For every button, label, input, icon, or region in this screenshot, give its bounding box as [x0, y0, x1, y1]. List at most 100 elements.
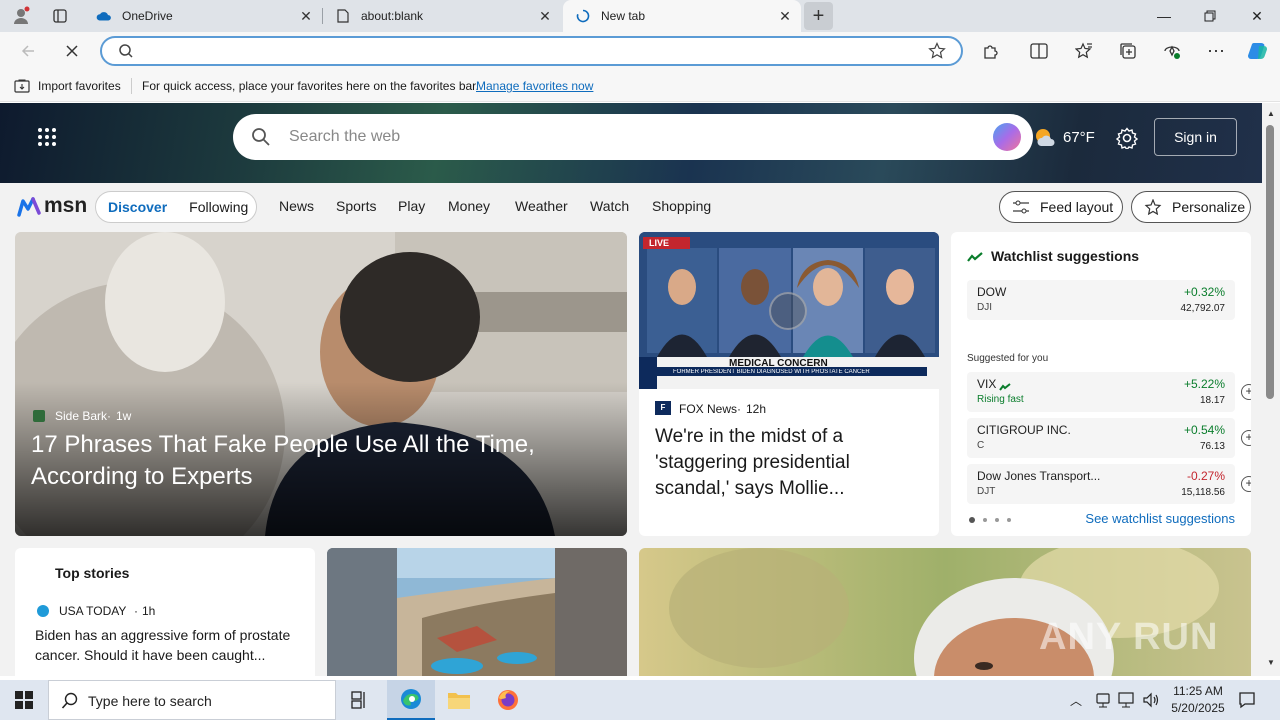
restore-button[interactable] [1187, 0, 1233, 32]
msn-search-box[interactable]: Search the web [233, 114, 1033, 160]
tab-discover[interactable]: Discover [108, 199, 167, 215]
favorite-star-icon[interactable] [928, 42, 946, 63]
volume-icon[interactable] [1142, 692, 1160, 711]
address-bar[interactable] [100, 36, 963, 66]
trend-up-icon [999, 379, 1011, 394]
firefox-icon[interactable] [484, 680, 532, 720]
hero-source[interactable]: Side Bark [55, 409, 107, 423]
stock-symbol: DJI [977, 302, 992, 313]
tab-strip: OneDrive ✕ about:blank ✕ New tab ✕ + — ✕ [0, 0, 1280, 32]
sign-in-button[interactable]: Sign in [1154, 118, 1237, 156]
scroll-up-icon[interactable]: ▲ [1267, 109, 1275, 118]
import-favorites-button[interactable]: Import favorites [38, 79, 121, 93]
network-icon[interactable] [1118, 692, 1136, 711]
copilot-icon[interactable] [1242, 36, 1274, 66]
personalize-label: Personalize [1172, 199, 1246, 215]
close-window-button[interactable]: ✕ [1234, 0, 1280, 32]
vertical-scrollbar[interactable]: ▲ ▼ [1262, 103, 1280, 676]
scroll-thumb[interactable] [1266, 125, 1274, 399]
msn-logo-text[interactable]: msn [44, 194, 87, 218]
start-button[interactable] [0, 680, 48, 720]
split-screen-icon[interactable] [1023, 36, 1055, 66]
stock-price: 15,118.56 [1181, 487, 1225, 498]
more-options-icon[interactable]: ⋯ [1200, 36, 1232, 66]
show-hidden-icons-icon[interactable]: ︿ [1070, 692, 1082, 709]
meta-separator: · [134, 604, 138, 618]
clock-date: 5/20/2025 [1171, 701, 1225, 715]
meta-separator: · [107, 409, 111, 423]
msn-nav: msn Discover Following News Sports Play … [0, 183, 1262, 231]
fox-article-card[interactable]: LIVE MEDICAL CONCERN FORMER PRESIDENT BI… [639, 232, 939, 536]
tab-following[interactable]: Following [189, 199, 248, 215]
watchlist-row[interactable]: VIX Rising fast +5.22% 18.17 + [967, 372, 1251, 412]
import-favorites-icon [14, 79, 30, 96]
add-to-watchlist-icon[interactable]: + [1241, 384, 1251, 400]
settings-icon[interactable] [1115, 127, 1139, 152]
edge-taskbar-icon[interactable] [387, 680, 435, 720]
meta-separator: · [737, 402, 741, 416]
carousel-dots[interactable] [969, 517, 1011, 523]
add-to-watchlist-icon[interactable]: + [1241, 430, 1251, 446]
nav-weather[interactable]: Weather [515, 198, 568, 214]
network-status-icon[interactable] [1096, 692, 1110, 711]
hero-source-icon [33, 410, 45, 422]
file-explorer-icon[interactable] [435, 680, 483, 720]
browser-essentials-icon[interactable] [1156, 36, 1188, 66]
loading-spinner-icon [769, 292, 807, 330]
collections-icon[interactable] [1112, 36, 1144, 66]
extensions-icon[interactable] [975, 36, 1007, 66]
tab-new-tab[interactable]: New tab ✕ [563, 0, 801, 32]
weather-temperature[interactable]: 67°F [1063, 129, 1095, 146]
see-watchlist-link[interactable]: See watchlist suggestions [1085, 511, 1235, 526]
wellness-article-card[interactable]: ANY RUN [639, 548, 1251, 676]
taskbar-search-placeholder: Type here to search [88, 693, 212, 709]
story-headline[interactable]: Biden has an aggressive form of prostate… [35, 625, 303, 665]
windows-taskbar: Type here to search ︿ 11:25 AM 5/20/2025 [0, 680, 1280, 720]
tab-about-blank[interactable]: about:blank ✕ [323, 0, 561, 32]
close-tab-icon[interactable]: ✕ [537, 8, 553, 24]
minimize-button[interactable]: — [1141, 0, 1187, 32]
msn-search-placeholder: Search the web [289, 128, 401, 145]
nav-news[interactable]: News [279, 198, 314, 214]
nav-play[interactable]: Play [398, 198, 425, 214]
story-source[interactable]: USA TODAY [59, 604, 126, 618]
task-view-icon[interactable] [336, 680, 384, 720]
hero-headline[interactable]: 17 Phrases That Fake People Use All the … [31, 429, 591, 493]
scroll-down-icon[interactable]: ▼ [1267, 658, 1275, 667]
msn-logo-icon[interactable] [17, 195, 43, 222]
watchlist-card: Watchlist suggestions DOW DJI +0.32% 42,… [951, 232, 1251, 536]
notification-center-icon[interactable] [1238, 691, 1256, 712]
sliders-icon [1012, 200, 1030, 214]
stop-loading-button[interactable] [56, 36, 88, 66]
address-input[interactable] [148, 42, 908, 60]
fox-headline[interactable]: We're in the midst of a 'staggering pres… [655, 424, 925, 502]
tab-onedrive[interactable]: OneDrive ✕ [84, 0, 322, 32]
watchlist-row[interactable]: CITIGROUP INC. C +0.54% 76.13 + [967, 418, 1251, 458]
personalize-button[interactable]: Personalize [1131, 191, 1251, 223]
nav-watch[interactable]: Watch [590, 198, 629, 214]
resort-article-card[interactable] [327, 548, 627, 676]
add-to-watchlist-icon[interactable]: + [1241, 476, 1251, 492]
close-tab-icon[interactable]: ✕ [777, 8, 793, 24]
watchlist-row[interactable]: DOW DJI +0.32% 42,792.07 [967, 280, 1235, 320]
clock[interactable]: 11:25 AM 5/20/2025 [1160, 683, 1236, 717]
close-tab-icon[interactable]: ✕ [298, 8, 314, 24]
nav-sports[interactable]: Sports [336, 198, 376, 214]
profile-avatar[interactable] [8, 4, 34, 28]
feed-layout-button[interactable]: Feed layout [999, 191, 1123, 223]
favorites-icon[interactable] [1068, 36, 1100, 66]
nav-shopping[interactable]: Shopping [652, 198, 711, 214]
loading-icon [575, 8, 591, 24]
taskbar-search-box[interactable]: Type here to search [48, 680, 336, 720]
watchlist-row[interactable]: Dow Jones Transport... DJT -0.27% 15,118… [967, 464, 1251, 504]
tab-actions-icon[interactable] [48, 6, 72, 26]
apps-launcher-icon[interactable] [37, 127, 59, 149]
manage-favorites-link[interactable]: Manage favorites now [476, 79, 593, 93]
fox-source[interactable]: FOX News [679, 402, 737, 416]
new-tab-button[interactable]: + [804, 2, 833, 30]
nav-money[interactable]: Money [448, 198, 490, 214]
hero-article-card[interactable]: Side Bark · 1w 17 Phrases That Fake Peop… [15, 232, 627, 536]
copilot-search-icon[interactable] [993, 123, 1021, 151]
story-age: 1h [142, 604, 156, 618]
back-button[interactable] [12, 36, 44, 66]
